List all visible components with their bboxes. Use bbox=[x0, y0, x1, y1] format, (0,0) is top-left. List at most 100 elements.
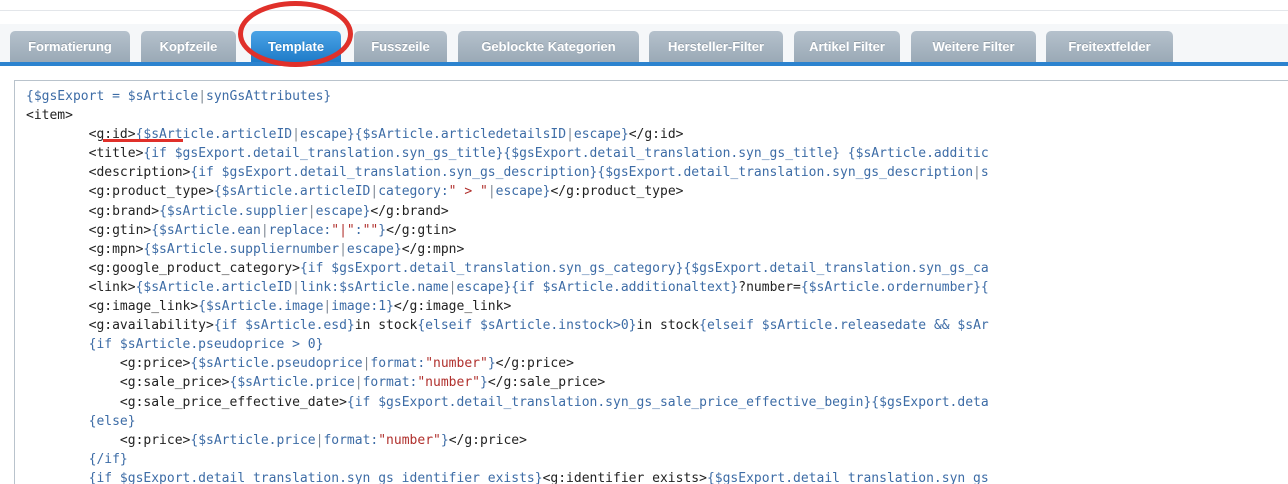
code-token: | bbox=[292, 279, 300, 295]
code-token: | bbox=[292, 127, 300, 143]
code-token: format: bbox=[323, 432, 379, 448]
code-line: <g:mpn>{$sArticle.suppliernumber|escape}… bbox=[26, 240, 1288, 259]
code-token: <g:price> bbox=[26, 432, 191, 448]
code-token: "number" bbox=[425, 356, 488, 372]
tab-weitere-filter[interactable]: Weitere Filter bbox=[911, 31, 1036, 62]
code-line: {if $sArticle.pseudoprice > 0} bbox=[26, 335, 1288, 354]
code-token: ?number= bbox=[738, 279, 801, 295]
code-token: "|" bbox=[331, 222, 355, 238]
code-token: </g:gtin> bbox=[386, 222, 457, 238]
code-token: <g:id> bbox=[26, 127, 136, 143]
code-token: } bbox=[479, 375, 488, 391]
code-token: {if $gsExport.detail_translation.syn_gs_… bbox=[299, 260, 989, 276]
code-token: | bbox=[448, 279, 457, 295]
code-token: </g:id> bbox=[628, 127, 684, 143]
code-token: {if $sArticle.esd} bbox=[213, 318, 355, 334]
code-line: <g:brand>{$sArticle.supplier|escape}</g:… bbox=[26, 202, 1288, 221]
template-editor[interactable]: {$gsExport = $sArticle|synGsAttributes} <… bbox=[14, 80, 1288, 484]
tab-freitextfelder[interactable]: Freitextfelder bbox=[1046, 31, 1173, 62]
tab-kopfzeile[interactable]: Kopfzeile bbox=[141, 31, 236, 62]
code-token: in stock bbox=[636, 318, 700, 334]
code-token: | bbox=[339, 241, 347, 257]
tab-artikel-filter[interactable]: Artikel Filter bbox=[794, 31, 900, 62]
code-token: | bbox=[354, 375, 363, 391]
code-token: | bbox=[973, 165, 981, 181]
code-token: " > " bbox=[448, 184, 488, 200]
code-line: {if $gsExport.detail_translation.syn_gs_… bbox=[26, 469, 1288, 484]
code-token: </g:image_link> bbox=[393, 299, 512, 315]
code-token: image:1} bbox=[331, 299, 394, 315]
code-line: <g:google_product_category>{if $gsExport… bbox=[26, 259, 1288, 278]
code-token: {else} bbox=[26, 413, 136, 429]
code-token: <item> bbox=[26, 108, 73, 124]
code-token: {$sArticle.ean bbox=[151, 222, 261, 238]
code-line: <title>{if $gsExport.detail_translation.… bbox=[26, 144, 1288, 163]
code-token: <description> bbox=[26, 165, 191, 181]
code-token: <g:brand> bbox=[26, 203, 160, 219]
code-token: {$gsExport = $sArticle bbox=[26, 89, 199, 104]
code-token: escape} bbox=[573, 127, 629, 143]
code-token: {$sArticle.price bbox=[229, 375, 355, 391]
code-token: <title> bbox=[26, 146, 144, 162]
code-token: {$sArticle.supplier bbox=[159, 203, 308, 219]
code-token: <g:sale_price_effective_date> bbox=[26, 394, 347, 410]
tab-hersteller-filter[interactable]: Hersteller-Filter bbox=[649, 31, 783, 62]
code-token: link:$sArticle.name bbox=[299, 279, 449, 295]
code-token: <g:price> bbox=[26, 356, 191, 372]
code-token: format: bbox=[362, 375, 418, 391]
tab-fusszeile[interactable]: Fusszeile bbox=[354, 31, 447, 62]
code-line: <g:id>{$sArticle.articleID|escape}{$sArt… bbox=[26, 125, 1288, 144]
code-line: <g:price>{$sArticle.pseudoprice|format:"… bbox=[26, 354, 1288, 373]
code-token: <g:identifier_exists> bbox=[542, 470, 707, 484]
top-strip bbox=[0, 0, 1288, 11]
code-token: <g:image_link> bbox=[26, 299, 199, 315]
code-token: "" bbox=[362, 222, 379, 238]
code-token: escape} bbox=[495, 184, 551, 200]
code-token: {$gsExport.detail_translation.syn_gs bbox=[706, 470, 989, 484]
tab-template[interactable]: Template bbox=[251, 31, 341, 62]
code-line: <g:gtin>{$sArticle.ean|replace:"|":""}</… bbox=[26, 221, 1288, 240]
code-token: escape}{if $sArticle.additionaltext} bbox=[456, 279, 739, 295]
code-token: {if $gsExport.detail_translation.syn_gs_… bbox=[26, 470, 543, 484]
code-line: <item> bbox=[26, 106, 1288, 125]
code-line: <g:image_link>{$sArticle.image|image:1}<… bbox=[26, 297, 1288, 316]
code-token: <g:sale_price> bbox=[26, 375, 230, 391]
code-token: | bbox=[566, 127, 574, 143]
code-token: } bbox=[487, 356, 496, 372]
code-token: {$sArticle.articleID bbox=[213, 184, 371, 200]
code-token: <g:gtin> bbox=[26, 222, 152, 238]
code-token: {$sArticle.articleID bbox=[135, 127, 293, 143]
code-token: : bbox=[354, 222, 363, 238]
code-line: <description>{if $gsExport.detail_transl… bbox=[26, 163, 1288, 182]
code-token: {if $gsExport.detail_translation.syn_gs_… bbox=[190, 165, 974, 181]
code-token: } bbox=[440, 432, 449, 448]
code-token: {$sArticle.price bbox=[190, 432, 316, 448]
code-line: <g:sale_price>{$sArticle.price|format:"n… bbox=[26, 373, 1288, 392]
code-token: | bbox=[260, 222, 269, 238]
code-token: } bbox=[378, 222, 387, 238]
code-area[interactable]: {$gsExport = $sArticle|synGsAttributes} <… bbox=[15, 81, 1288, 484]
code-token: s bbox=[980, 165, 989, 181]
code-token: </g:mpn> bbox=[401, 241, 465, 257]
code-token: </g:sale_price> bbox=[487, 375, 606, 391]
code-token: category: bbox=[378, 184, 449, 200]
code-token: {if $sArticle.pseudoprice > 0} bbox=[26, 337, 324, 353]
code-token: {$sArticle.image bbox=[198, 299, 324, 315]
tab-geblockte-kategorien[interactable]: Geblockte Kategorien bbox=[458, 31, 639, 62]
code-line: <g:product_type>{$sArticle.articleID | cat… bbox=[26, 182, 1288, 201]
code-token: | bbox=[487, 184, 496, 200]
code-token: {/if} bbox=[26, 451, 128, 467]
code-token: {$sArticle.ordernumber}{ bbox=[800, 279, 989, 295]
code-token: {$sArticle.pseudoprice bbox=[190, 356, 363, 372]
code-token: </g:brand> bbox=[370, 203, 449, 219]
code-line: {/if} bbox=[26, 450, 1288, 469]
code-token: "number" bbox=[417, 375, 480, 391]
tab-formatierung[interactable]: Formatierung bbox=[10, 31, 130, 62]
code-token: </g:price> bbox=[448, 432, 527, 448]
code-token: </g:product_type> bbox=[550, 184, 684, 200]
code-line: {else} bbox=[26, 412, 1288, 431]
code-token: format: bbox=[370, 356, 426, 372]
code-token: {$sArticle.articleID bbox=[135, 279, 293, 295]
code-token: <g:mpn> bbox=[26, 241, 144, 257]
code-line: <g:availability>{if $sArticle.esd}in sto… bbox=[26, 316, 1288, 335]
